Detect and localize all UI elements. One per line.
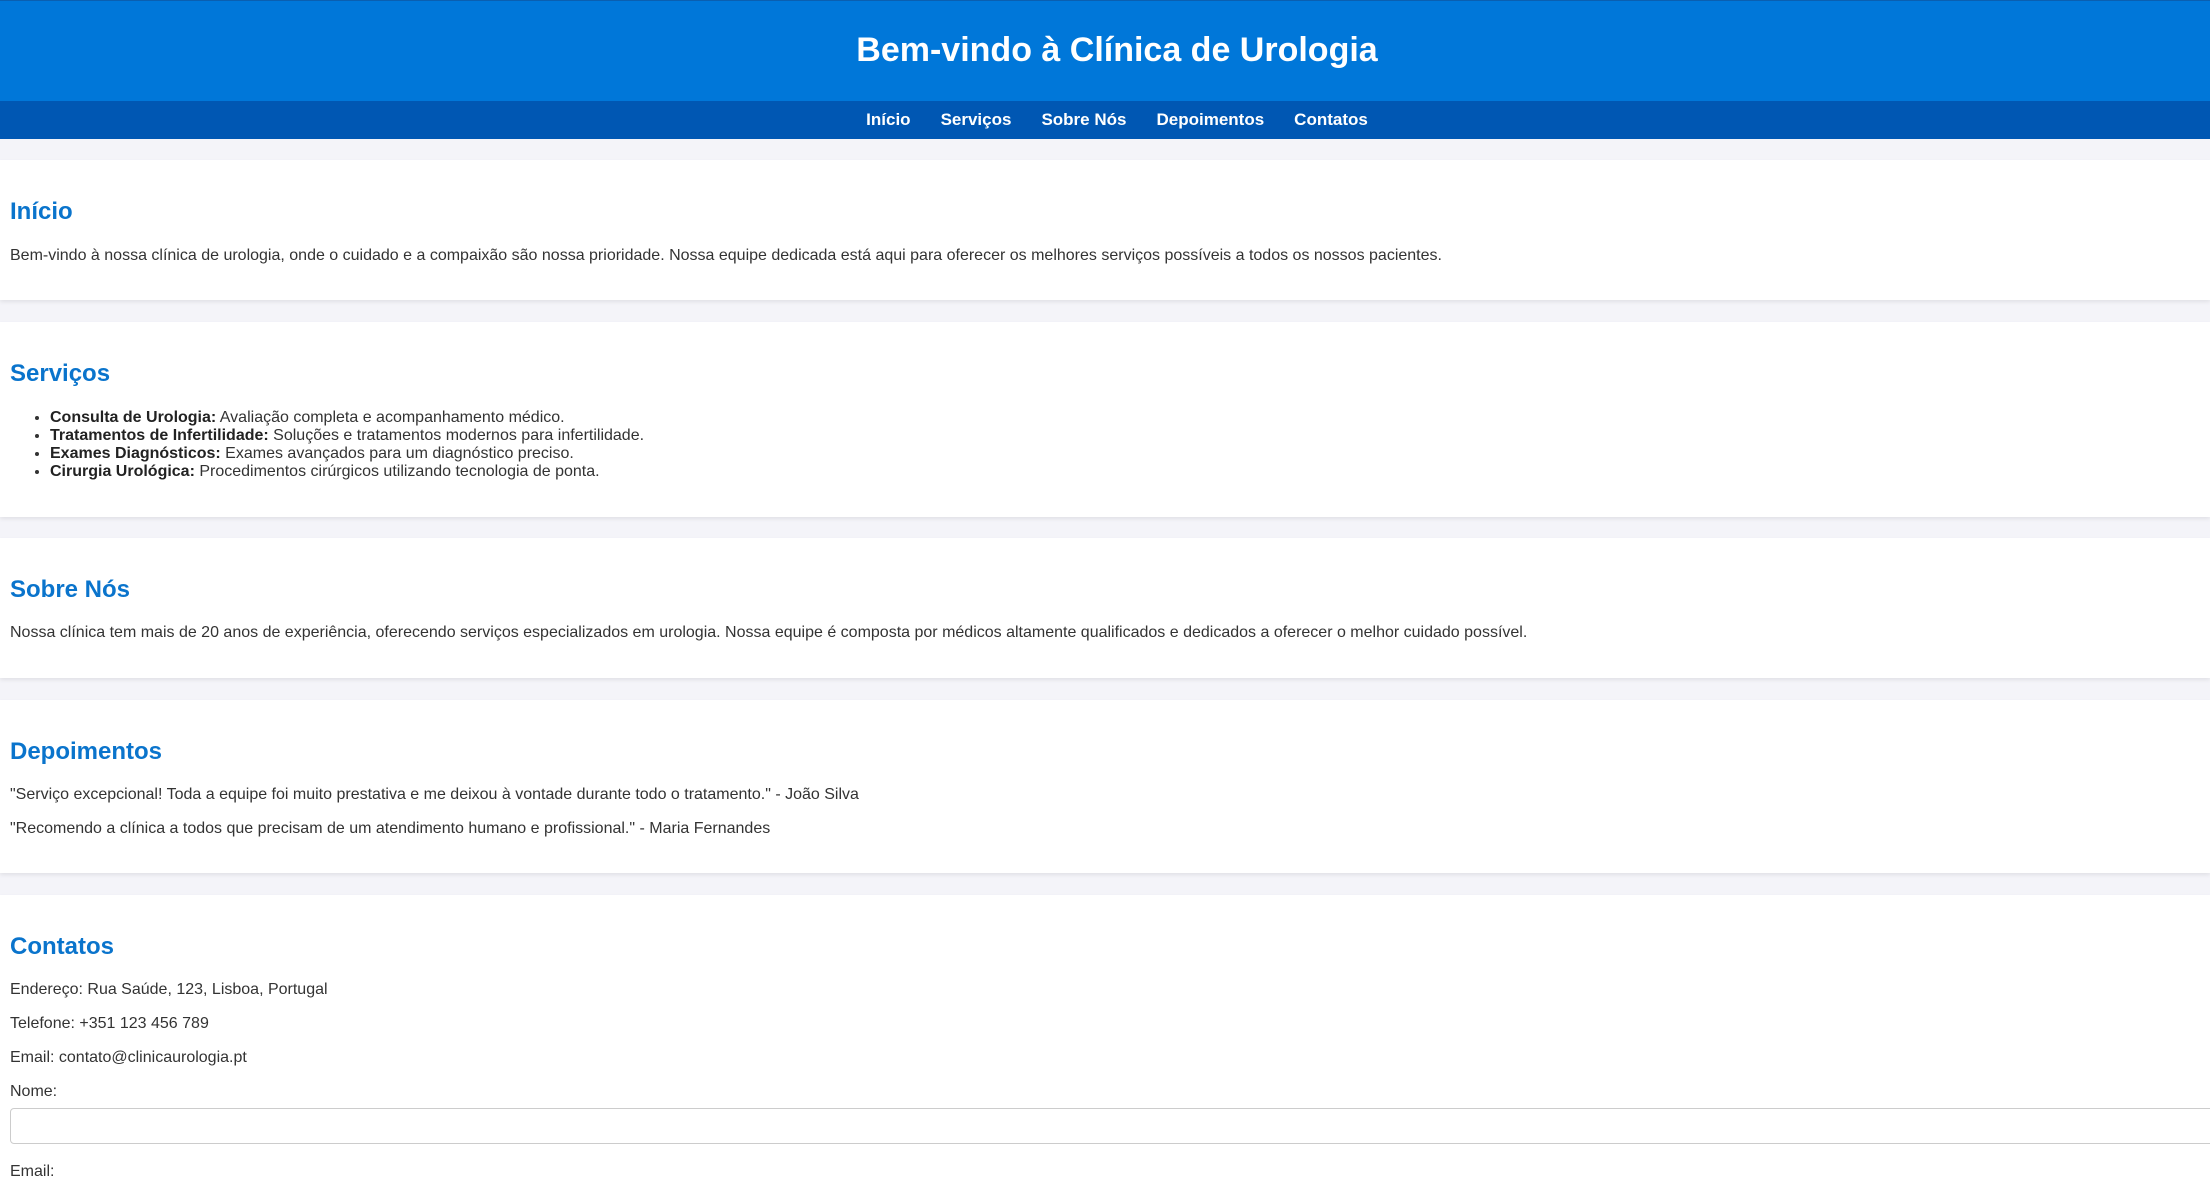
nav-link-inicio[interactable]: Início	[866, 101, 910, 139]
section-heading-contatos: Contatos	[10, 933, 114, 960]
service-title: Cirurgia Urológica:	[50, 463, 195, 480]
nav-link-contatos[interactable]: Contatos	[1294, 101, 1368, 139]
service-desc: Soluções e tratamentos modernos para inf…	[268, 427, 645, 444]
nav-link-depoimentos[interactable]: Depoimentos	[1156, 101, 1264, 139]
nav-link-sobre-nos[interactable]: Sobre Nós	[1041, 101, 1126, 139]
site-header: Bem-vindo à Clínica de Urologia	[0, 0, 2210, 101]
section-heading-depoimentos: Depoimentos	[10, 738, 163, 765]
main-nav: Início Serviços Sobre Nós Depoimentos Co…	[0, 101, 2210, 139]
service-desc: Avaliação completa e acompanhamento médi…	[216, 409, 565, 426]
email-label: Email:	[10, 1163, 55, 1180]
contact-phone: Telefone: +351 123 456 789	[10, 1015, 209, 1032]
section-inicio: Início Bem-vindo à nossa clínica de urol…	[0, 160, 2210, 300]
service-title: Consulta de Urologia:	[50, 409, 217, 426]
list-item: Consulta de Urologia: Avaliação completa…	[50, 409, 644, 427]
contact-email: Email: contato@clinicaurologia.pt	[10, 1049, 247, 1066]
service-desc: Exames avançados para um diagnóstico pre…	[220, 445, 574, 462]
section-contatos: Contatos Endereço: Rua Saúde, 123, Lisbo…	[0, 895, 2210, 1195]
section-servicos: Serviços Consulta de Urologia: Avaliação…	[0, 322, 2210, 517]
list-item: Exames Diagnósticos: Exames avançados pa…	[50, 445, 644, 463]
testimonial: "Serviço excepcional! Toda a equipe foi …	[10, 786, 859, 803]
section-depoimentos: Depoimentos "Serviço excepcional! Toda a…	[0, 700, 2210, 873]
service-title: Exames Diagnósticos:	[50, 445, 221, 462]
section-heading-inicio: Início	[10, 198, 73, 225]
list-item: Tratamentos de Infertilidade: Soluções e…	[50, 427, 644, 445]
sobre-text: Nossa clínica tem mais de 20 anos de exp…	[10, 624, 1528, 641]
name-label: Nome:	[10, 1083, 58, 1100]
nav-link-servicos[interactable]: Serviços	[941, 101, 1012, 139]
inicio-text: Bem-vindo à nossa clínica de urologia, o…	[10, 247, 1442, 264]
list-item: Cirurgia Urológica: Procedimentos cirúrg…	[50, 463, 644, 481]
contact-address: Endereço: Rua Saúde, 123, Lisboa, Portug…	[10, 981, 328, 998]
section-heading-sobre-nos: Sobre Nós	[10, 576, 131, 603]
section-sobre-nos: Sobre Nós Nossa clínica tem mais de 20 a…	[0, 538, 2210, 678]
name-input[interactable]	[10, 1108, 2210, 1144]
testimonial: "Recomendo a clínica a todos que precisa…	[10, 820, 771, 837]
services-list: Consulta de Urologia: Avaliação completa…	[10, 409, 644, 481]
section-heading-servicos: Serviços	[10, 360, 111, 387]
service-desc: Procedimentos cirúrgicos utilizando tecn…	[194, 463, 600, 480]
site-title: Bem-vindo à Clínica de Urologia	[856, 31, 1378, 69]
service-title: Tratamentos de Infertilidade:	[50, 427, 269, 444]
